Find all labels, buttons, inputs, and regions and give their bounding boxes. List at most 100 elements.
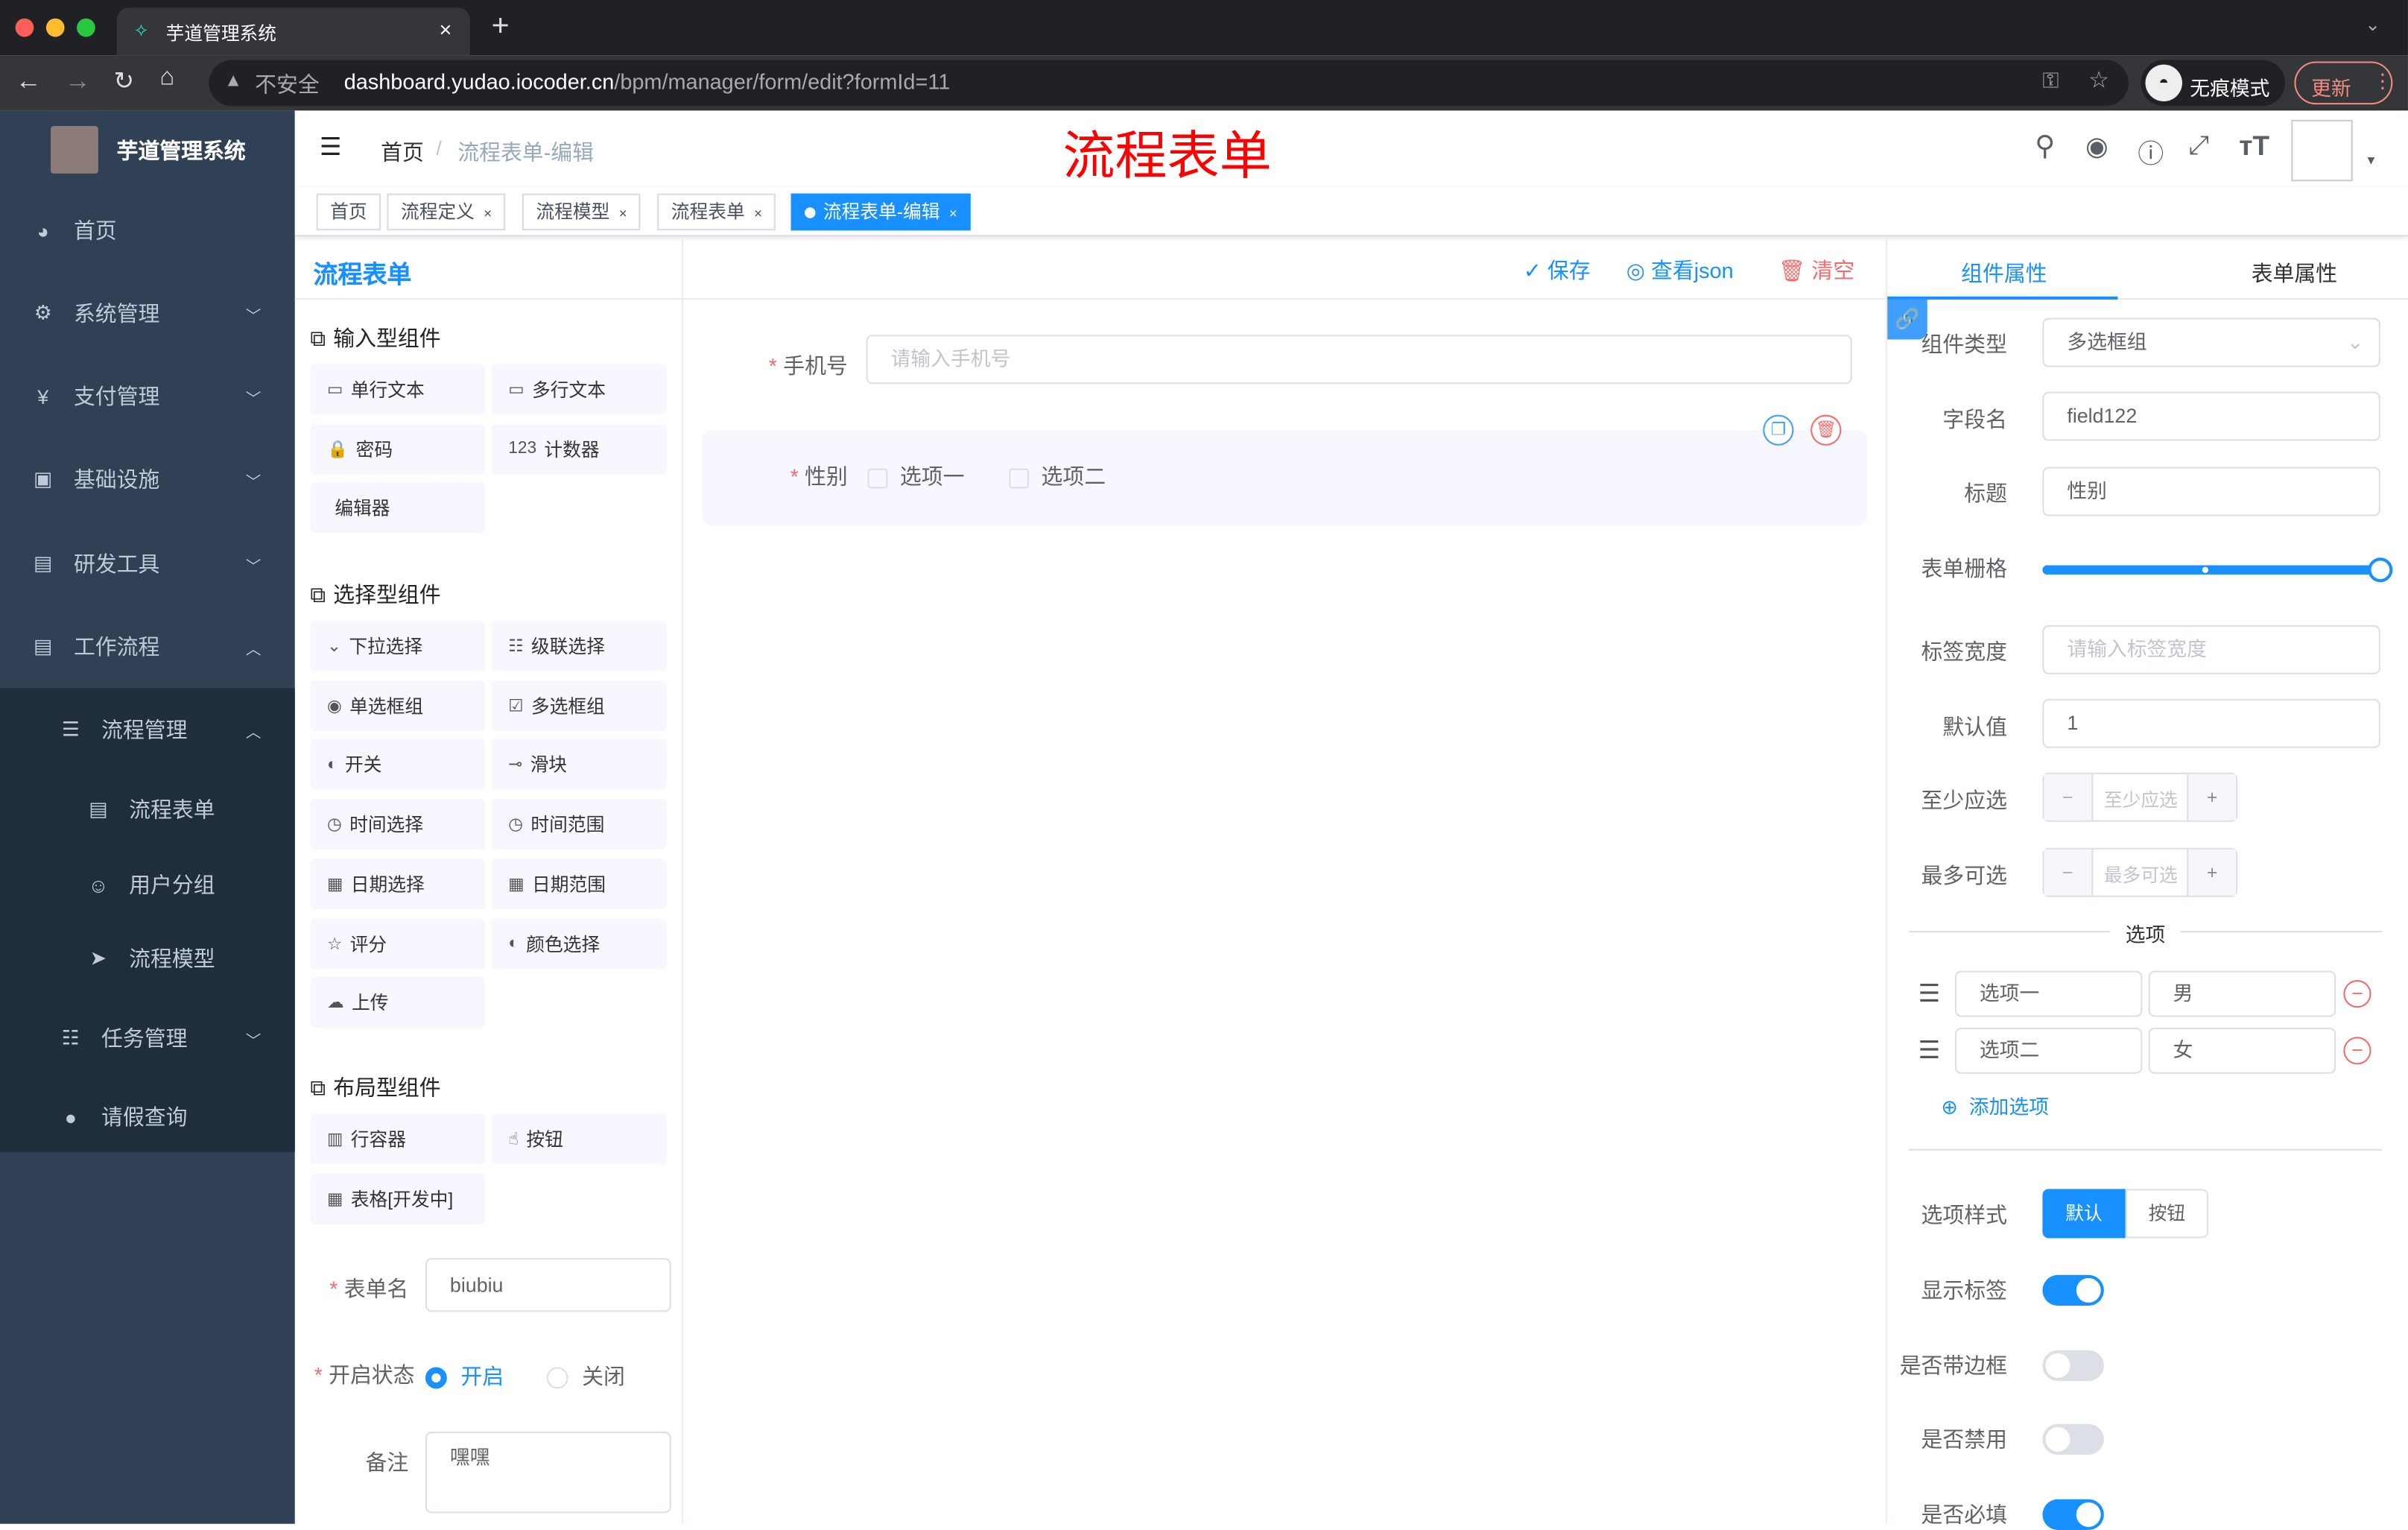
close-icon[interactable]: × — [949, 206, 957, 221]
component-checkbox[interactable]: ☑ 多选框组 — [491, 680, 667, 731]
maximize-window-button[interactable] — [77, 18, 95, 37]
clear-button[interactable]: 🗑 清空 — [1778, 255, 1854, 285]
option-label-input[interactable]: 选项二 — [1954, 1027, 2143, 1074]
font-size-icon[interactable]: ᴛT — [2239, 130, 2269, 162]
close-icon[interactable]: × — [754, 206, 762, 221]
incognito-badge[interactable]: ◓ 无痕模式 — [2141, 60, 2286, 107]
radio[interactable] — [546, 1368, 568, 1389]
sidebar-item-process-form[interactable]: ▤ 流程表单 — [0, 771, 295, 848]
sidebar-item-task-mgmt[interactable]: ☷ 任务管理 ﹀ — [0, 1000, 295, 1077]
active-form-item[interactable]: * 性别 选项一 选项二 — [701, 430, 1868, 525]
component-counter[interactable]: 123 计数器 — [491, 423, 667, 475]
border-switch[interactable] — [2042, 1350, 2104, 1382]
update-button[interactable]: 更新 ⋮ — [2294, 61, 2393, 105]
checkbox[interactable] — [867, 468, 888, 489]
grid-slider[interactable] — [2042, 557, 2393, 583]
option-label-input[interactable]: 选项一 — [1954, 970, 2143, 1017]
title-input[interactable]: 性别 — [2042, 467, 2380, 516]
drag-handle-icon[interactable]: ☰ — [1918, 1035, 1940, 1066]
status-radio-on[interactable]: 开启 — [425, 1361, 504, 1391]
option-value-input[interactable]: 女 — [2148, 1027, 2336, 1074]
close-window-button[interactable] — [15, 18, 34, 37]
field-name-input[interactable]: field122 — [2042, 391, 2380, 441]
remark-textarea[interactable]: 嘿嘿 — [425, 1432, 671, 1514]
slider-handle[interactable] — [2368, 557, 2393, 583]
show-label-switch[interactable] — [2042, 1274, 2104, 1306]
tab-form-props[interactable]: 表单属性 — [2252, 258, 2337, 288]
close-tab-icon[interactable]: × — [440, 17, 452, 42]
default-input[interactable]: 1 — [2042, 698, 2380, 748]
sidebar-item-devtools[interactable]: ▤ 研发工具 ﹀ — [0, 525, 295, 602]
tag-process-form[interactable]: 流程表单 × — [657, 193, 776, 231]
option-checkbox-1[interactable]: 选项一 — [867, 461, 964, 491]
tag-process-model[interactable]: 流程模型 × — [522, 193, 641, 231]
component-clock[interactable]: ◷ 时间选择 — [310, 799, 486, 850]
sidebar-item-workflow[interactable]: ▤ 工作流程 ︿ — [0, 608, 295, 685]
sidebar-item-infra[interactable]: ▣ 基础设施 ﹀ — [0, 441, 295, 518]
tag-process-definition[interactable]: 流程定义 × — [387, 193, 506, 231]
key-icon[interactable]: ⚿ — [2042, 68, 2059, 94]
close-icon[interactable]: × — [619, 206, 627, 221]
remove-option-icon[interactable]: − — [2343, 1037, 2371, 1065]
required-switch[interactable] — [2042, 1499, 2104, 1530]
component-switch[interactable]: ◐ 开关 — [310, 739, 486, 791]
drag-handle-icon[interactable]: ☰ — [1918, 979, 1940, 1009]
min-stepper[interactable]: − 至少应选 + — [2042, 772, 2238, 822]
checkbox[interactable] — [1009, 468, 1030, 489]
sidebar-item-user-group[interactable]: ☺ 用户分组 — [0, 847, 295, 923]
save-button[interactable]: ✓ 保存 — [1524, 255, 1591, 285]
label-width-input[interactable]: 请输入标签宽度 — [2042, 625, 2380, 674]
home-icon[interactable]: ⌂ — [159, 65, 174, 92]
caret-down-icon[interactable]: ▼ — [2365, 154, 2377, 168]
sidebar-item-system[interactable]: ⚙ 系统管理 ﹀ — [0, 275, 295, 352]
bookmark-star-icon[interactable]: ☆ — [2088, 66, 2109, 94]
minimize-window-button[interactable] — [45, 18, 65, 37]
radio-checked[interactable] — [425, 1368, 447, 1389]
option-value-input[interactable]: 男 — [2148, 970, 2336, 1017]
search-icon[interactable]: ⚲ — [2035, 130, 2055, 162]
forward-icon[interactable]: → — [65, 66, 91, 97]
component-hand[interactable]: ☝ 按钮 — [491, 1113, 667, 1165]
component-single-line[interactable]: ▭ 单行文本 — [310, 364, 486, 415]
component-date-range[interactable]: ▦ 日期范围 — [491, 858, 667, 909]
component-table[interactable]: ▦ 表格[开发中] — [310, 1173, 486, 1224]
sidebar-item-home[interactable]: ◕ 首页 — [0, 192, 295, 269]
component-row[interactable]: ▥ 行容器 — [310, 1113, 486, 1165]
component-slider[interactable]: ⊸ 滑块 — [491, 739, 667, 791]
component-multi-line[interactable]: ▭ 多行文本 — [491, 364, 667, 415]
sidebar-item-process-mgmt[interactable]: ☰ 流程管理 ︿ — [0, 692, 295, 768]
github-icon[interactable]: ◉ — [2085, 132, 2108, 162]
tag-home[interactable]: 首页 — [316, 193, 381, 231]
disabled-switch[interactable] — [2042, 1423, 2104, 1455]
status-radio-off[interactable]: 关闭 — [546, 1361, 625, 1391]
component-radio[interactable]: ◉ 单选框组 — [310, 680, 486, 731]
sidebar-item-process-model[interactable]: ➤ 流程模型 — [0, 920, 295, 997]
component-editor[interactable]: 编辑器 — [310, 483, 486, 534]
reload-icon[interactable]: ↻ — [114, 66, 135, 97]
view-json-button[interactable]: ◎ 查看json — [1626, 255, 1734, 285]
minus-button[interactable]: − — [2044, 849, 2094, 896]
tab-list-chevron-icon[interactable]: ⌄ — [2365, 14, 2380, 36]
style-default-button[interactable]: 默认 — [2042, 1189, 2126, 1239]
remove-option-icon[interactable]: − — [2343, 980, 2371, 1008]
tag-process-form-edit[interactable]: 流程表单-编辑 × — [790, 193, 972, 231]
style-button-button[interactable]: 按钮 — [2125, 1189, 2209, 1239]
component-dropdown[interactable]: ⌄ 下拉选择 — [310, 620, 486, 671]
plus-button[interactable]: + — [2187, 774, 2237, 821]
copy-icon[interactable]: ❐ — [1763, 414, 1794, 446]
new-tab-button[interactable]: + — [492, 9, 510, 44]
minus-button[interactable]: − — [2044, 774, 2094, 821]
avatar[interactable] — [2291, 119, 2353, 182]
sidebar-item-pay[interactable]: ¥ 支付管理 ﹀ — [0, 358, 295, 434]
back-icon[interactable]: ← — [16, 66, 42, 97]
component-cascader[interactable]: ☷ 级联选择 — [491, 620, 667, 671]
add-option-button[interactable]: ⊕ 添加选项 — [1941, 1090, 2049, 1119]
component-upload[interactable]: ☁ 上传 — [310, 977, 486, 1028]
component-calendar[interactable]: ▦ 日期选择 — [310, 858, 486, 909]
component-type-select[interactable]: 多选框组 ⌄ — [2042, 317, 2380, 367]
component-star[interactable]: ☆ 评分 — [310, 917, 486, 969]
tab-component-props[interactable]: 组件属性 — [1961, 258, 2047, 288]
option-checkbox-2[interactable]: 选项二 — [1009, 461, 1106, 491]
phone-input[interactable]: 请输入手机号 — [866, 335, 1852, 385]
sidebar-item-leave[interactable]: ● 请假查询 — [0, 1078, 295, 1155]
